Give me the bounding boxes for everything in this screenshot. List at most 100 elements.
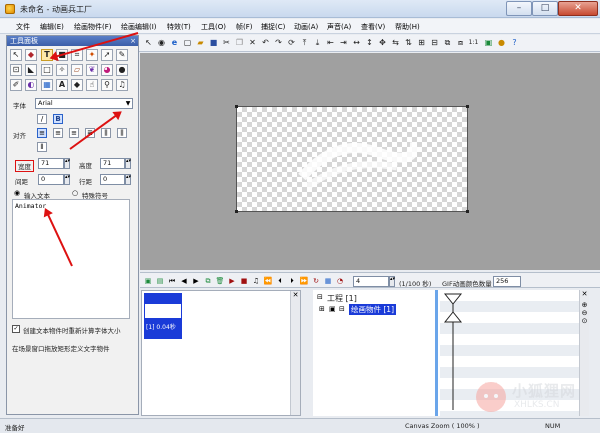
pen-tool-icon[interactable]: ✎	[116, 49, 128, 61]
fill-tool-icon[interactable]: ◣	[25, 64, 37, 76]
menu-view[interactable]: 查看(V)	[361, 22, 385, 32]
undo-icon[interactable]: ↶	[260, 37, 271, 49]
fast-forward-icon[interactable]: ⏩	[299, 276, 309, 286]
menu-frame[interactable]: 帧(F)	[236, 22, 253, 32]
canvas[interactable]	[235, 105, 469, 213]
image-tool-icon[interactable]: ▦	[41, 79, 53, 91]
minimize-button[interactable]: –	[506, 1, 532, 16]
rect-tool-icon[interactable]: □	[41, 64, 53, 76]
menu-help[interactable]: 帮助(H)	[395, 22, 420, 32]
hand-tool-icon[interactable]: ☝	[86, 79, 98, 91]
pencil-tool-icon[interactable]: ✐	[10, 79, 22, 91]
delete-frame-icon[interactable]: 🗑	[215, 276, 225, 286]
menu-file[interactable]: 文件	[16, 22, 30, 32]
brush-tool-icon[interactable]: ❦	[86, 64, 98, 76]
width-spinner-icon[interactable]: ▴▾	[64, 158, 70, 169]
step-back-icon[interactable]: ⏴	[275, 276, 285, 286]
close-icon[interactable]: ✕	[580, 290, 589, 298]
line-spacing-spinner-icon[interactable]: ▴▾	[125, 174, 131, 185]
radio-input-text-icon[interactable]: ◉	[14, 189, 20, 197]
wand-tool-icon[interactable]: ✧	[56, 64, 68, 76]
menu-draw-edit[interactable]: 绘画编辑(I)	[121, 22, 157, 32]
delete-icon[interactable]: ✕	[247, 37, 258, 49]
frame-delay-input[interactable]: 4	[353, 276, 389, 287]
align-left-text-icon[interactable]: ≡	[37, 128, 47, 138]
next-frame-icon[interactable]: ▶	[191, 276, 201, 286]
paint-tool-icon[interactable]: ✦	[86, 49, 98, 61]
timer-icon[interactable]: ◔	[335, 276, 345, 286]
fit-icon[interactable]: ▣	[483, 37, 494, 49]
preview-icon[interactable]: ▦	[323, 276, 333, 286]
flip-h-icon[interactable]: ⇆	[390, 37, 401, 49]
lock-icon[interactable]: ⊟	[339, 305, 345, 313]
flip-v-icon[interactable]: ⇅	[403, 37, 414, 49]
eye-icon[interactable]: ◉	[156, 37, 167, 49]
color-tool-icon[interactable]: ◕	[101, 64, 113, 76]
pointer-icon[interactable]: ↖	[143, 37, 154, 49]
stamp-tool-icon[interactable]: ◆	[71, 79, 83, 91]
italic-icon[interactable]: /	[37, 114, 47, 124]
blurred-text-object[interactable]	[297, 127, 417, 197]
first-frame-icon[interactable]: ⏮	[167, 276, 177, 286]
menu-animation[interactable]: 动画(A)	[294, 22, 318, 32]
cut-icon[interactable]: ✂	[221, 37, 232, 49]
close-button[interactable]: ✕	[558, 1, 598, 16]
shape-tool-icon[interactable]: ◆	[25, 49, 37, 61]
expand-icon[interactable]: ⊞	[319, 305, 325, 313]
close-panel-icon[interactable]: ×	[130, 36, 136, 46]
save-icon[interactable]: ■	[208, 37, 219, 49]
open-folder-icon[interactable]: ▰	[195, 37, 206, 49]
frame-thumbnail[interactable]: [1] 0.04秒	[144, 293, 182, 339]
copy-frame-icon[interactable]: ⧉	[203, 276, 213, 286]
vertical-text-icon[interactable]: ⫼	[101, 128, 111, 138]
resize-handle[interactable]	[466, 105, 469, 108]
tree-root-label[interactable]: 工程 [1]	[327, 293, 357, 304]
ink-tool-icon[interactable]: ●	[116, 64, 128, 76]
center-v-icon[interactable]: ↕	[364, 37, 375, 49]
frame-delay-spinner-icon[interactable]: ▴▾	[389, 276, 395, 287]
vertical-right-text-icon[interactable]: ⫼	[117, 128, 127, 138]
select-tool-icon[interactable]: ↖	[10, 49, 22, 61]
align-bottom-icon[interactable]: ⤓	[312, 37, 323, 49]
bold-icon[interactable]: B	[53, 114, 63, 124]
prev-frame-icon[interactable]: ◀	[179, 276, 189, 286]
actual-size-icon[interactable]: 1:1	[468, 37, 479, 49]
width-input[interactable]: 71	[38, 158, 64, 169]
spacing-input[interactable]: 0	[38, 174, 64, 185]
menu-draw-object[interactable]: 绘画物件(F)	[74, 22, 112, 32]
font-tool-icon[interactable]: A	[56, 79, 68, 91]
copy-icon[interactable]: ❐	[234, 37, 245, 49]
add-frame-icon[interactable]: ▣	[143, 276, 153, 286]
help-icon[interactable]: ?	[509, 37, 520, 49]
align-top-icon[interactable]: ⤒	[299, 37, 310, 49]
playhead[interactable]	[443, 292, 463, 412]
align-right-text-icon[interactable]: ≡	[69, 128, 79, 138]
browser-icon[interactable]: e	[169, 37, 180, 49]
transform-tool-icon[interactable]: ⊡	[10, 64, 22, 76]
recalc-checkbox[interactable]: ✓	[12, 325, 20, 333]
resize-handle[interactable]	[466, 210, 469, 213]
sound-icon[interactable]: ♫	[251, 276, 261, 286]
gif-colors-select[interactable]: 256	[493, 276, 521, 287]
tree-object-label[interactable]: 绘画物件 [1]	[349, 304, 397, 315]
column-text-icon[interactable]: ⫴	[37, 142, 47, 152]
menu-capture[interactable]: 捕捉(C)	[261, 22, 285, 32]
radio-special-symbol-icon[interactable]: ○	[72, 189, 78, 197]
height-spinner-icon[interactable]: ▴▾	[125, 158, 131, 169]
align-left-icon[interactable]: ⇤	[325, 37, 336, 49]
line-spacing-input[interactable]: 0	[100, 174, 125, 185]
loop-icon[interactable]: ↻	[311, 276, 321, 286]
bring-front-icon[interactable]: ⧉	[442, 37, 453, 49]
menu-tools[interactable]: 工具(O)	[201, 22, 226, 32]
chevron-down-icon[interactable]: ▼	[123, 98, 133, 109]
send-back-icon[interactable]: ⧈	[455, 37, 466, 49]
visibility-icon[interactable]: ▣	[329, 305, 336, 313]
group-icon[interactable]: ⊞	[416, 37, 427, 49]
maximize-button[interactable]: □	[532, 1, 558, 16]
close-icon[interactable]: ✕	[291, 291, 300, 299]
music-tool-icon[interactable]: ♫	[116, 79, 128, 91]
thumbnails-scrollbar[interactable]: ✕	[290, 291, 300, 415]
step-forward-icon[interactable]: ⏵	[287, 276, 297, 286]
arrow-tool-icon[interactable]: ➚	[101, 49, 113, 61]
zoom-tool-icon[interactable]: ⚲	[101, 79, 113, 91]
